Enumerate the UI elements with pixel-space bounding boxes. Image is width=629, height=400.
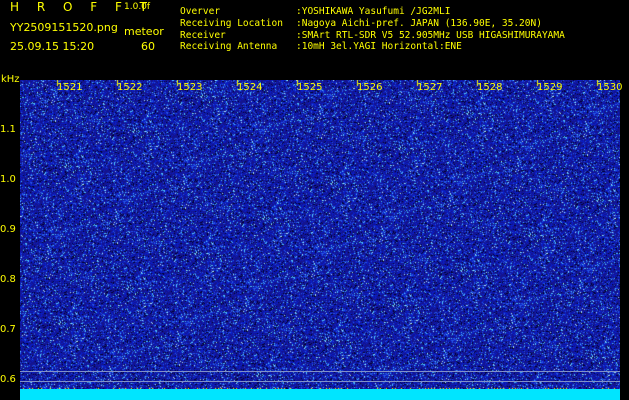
count-label: 60 [141,40,155,53]
spectrogram [20,80,620,398]
y-tick-label: 1.1 [0,124,16,135]
y-tick-label: 0.8 [0,274,16,285]
receiver-value: :SMArt RTL-SDR V5 52.905MHz USB HIGASHIM… [296,30,565,41]
datetime-label: 25.09.15 15:20 [10,40,95,53]
location-label: Receiving Location [180,18,283,29]
location-value: :Nagoya Aichi-pref. JAPAN (136.90E, 35.2… [296,18,542,29]
x-tick-label: 1528 [477,82,503,93]
x-tick-label: 1521 [57,82,83,93]
reference-line [20,371,620,372]
y-tick-label: 0.6 [0,374,16,385]
x-tick-label: 1527 [417,82,443,93]
signal-band [20,389,620,400]
x-tick-label: 1530 [597,82,623,93]
y-tick-label: 0.7 [0,324,16,335]
y-tick-label: 1.0 [0,174,16,185]
receiver-label: Receiver [180,30,226,41]
reference-line [20,381,620,382]
antenna-label: Receiving Antenna [180,41,278,52]
y-axis-unit: kHz [1,74,20,85]
mode-label: meteor [124,25,164,38]
x-tick-label: 1523 [177,82,203,93]
filename-label: YY2509151520.png [10,21,118,34]
antenna-value: :10mH 3el.YAGI Horizontal:ENE [296,41,462,52]
x-tick-label: 1525 [297,82,323,93]
version-label: 1.0.0f [124,2,151,12]
x-tick-label: 1529 [537,82,563,93]
y-tick-label: 0.9 [0,224,16,235]
x-tick-label: 1522 [117,82,143,93]
observer-value: :YOSHIKAWA Yasufumi /JG2MLI [296,6,451,17]
x-tick-label: 1524 [237,82,263,93]
x-tick-label: 1526 [357,82,383,93]
observer-label: Overver [180,6,221,17]
